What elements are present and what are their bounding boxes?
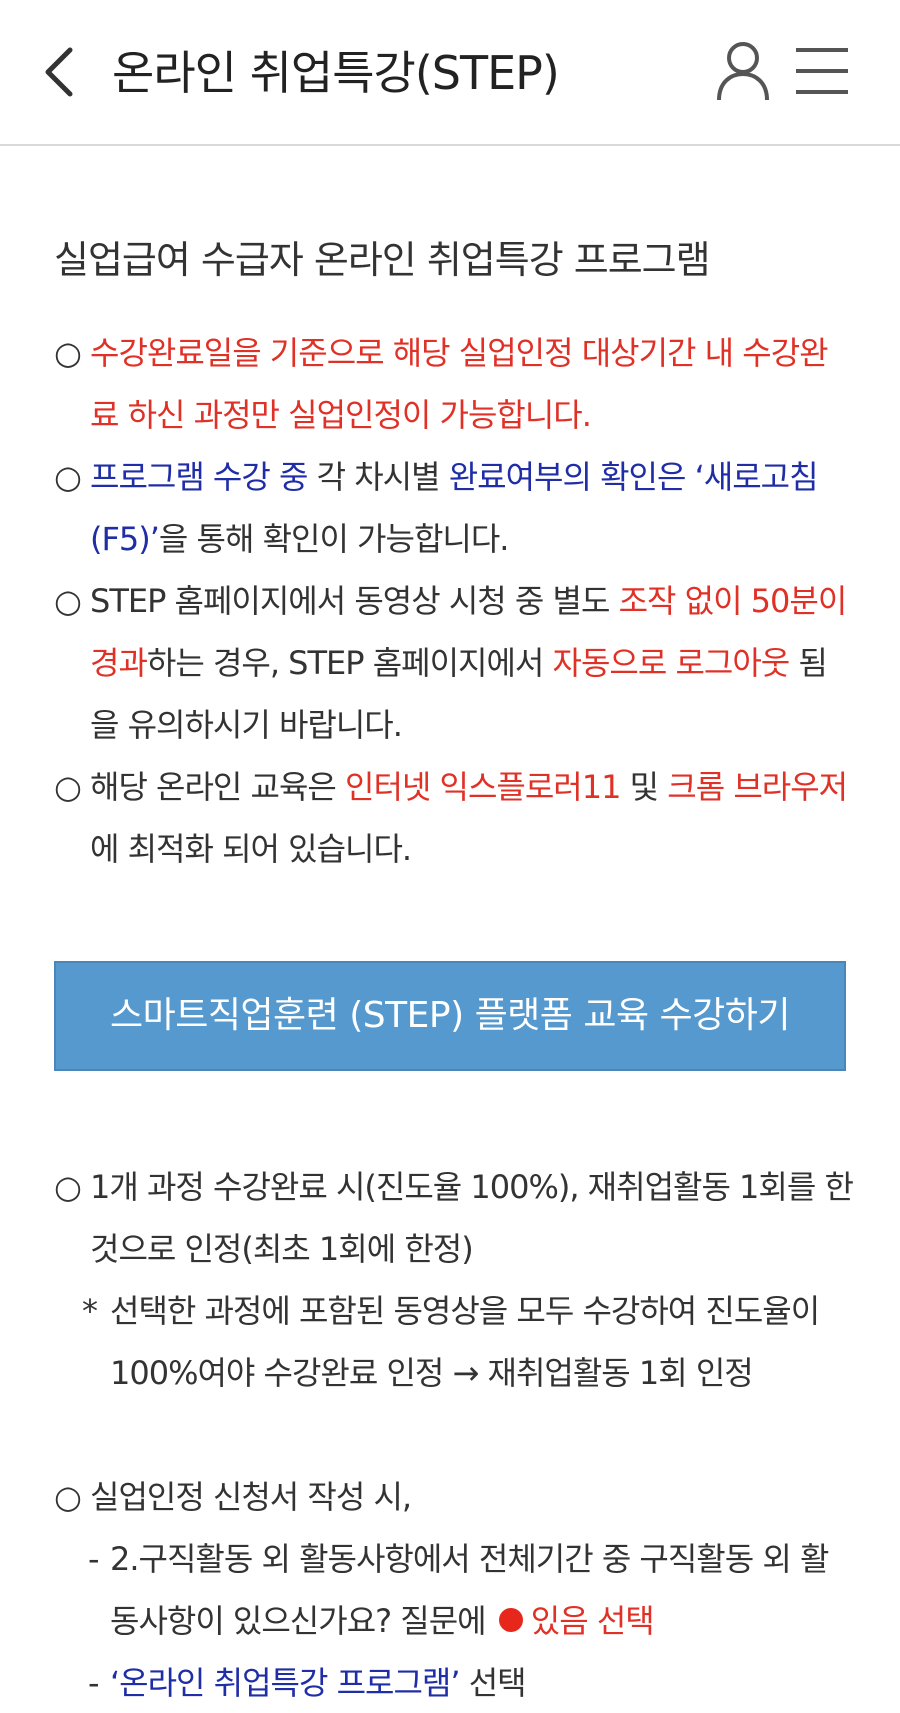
notice-text-red: 크롬 브라우저 xyxy=(667,768,848,806)
detail-text: 1개 과정 수강완료 시(진도율 100%), 재취업활동 1회를 한 것으로 … xyxy=(90,1168,854,1268)
notice-text-red: 수강완료일을 기준으로 해당 실업인정 대상기간 내 수강완료 하신 과정만 실… xyxy=(90,334,829,434)
detail-subitem-red: 있음 선택 xyxy=(530,1602,655,1640)
detail-subitem-blue: ‘온라인 취업특강 프로그램’ xyxy=(110,1664,461,1702)
detail-subitem-text: 선택 xyxy=(459,1664,527,1702)
app-header: 온라인 취업특강(STEP) xyxy=(0,0,900,146)
notice-text: 각 차시별 xyxy=(307,458,449,496)
notice-text-red: 자동으로 로그아웃 xyxy=(552,644,791,682)
notice-text: 하는 경우, STEP 홈페이지에서 xyxy=(146,644,553,682)
notice-text: 해당 온라인 교육은 xyxy=(90,768,346,806)
bullet: ○ xyxy=(54,582,82,620)
detail-item: ○ 실업인정 신청서 작성 시, xyxy=(54,1466,854,1528)
detail-note-text: 선택한 과정에 포함된 동영상을 모두 수강하여 진도율이 100%여야 수강완… xyxy=(110,1292,820,1392)
step-enroll-button[interactable]: 스마트직업훈련 (STEP) 플랫폼 교육 수강하기 xyxy=(54,961,846,1071)
user-icon[interactable] xyxy=(716,40,770,102)
section-title: 실업급여 수급자 온라인 취업특강 프로그램 xyxy=(54,238,711,282)
bullet: ○ xyxy=(54,458,82,496)
notice-text: STEP 홈페이지에서 동영상 시청 중 별도 xyxy=(90,582,619,620)
bullet: ○ xyxy=(54,1168,82,1206)
page-title: 온라인 취업특강(STEP) xyxy=(112,46,560,100)
detail-note: * 선택한 과정에 포함된 동영상을 모두 수강하여 진도율이 100%여야 수… xyxy=(82,1280,852,1404)
notice-item: ○ 프로그램 수강 중 각 차시별 완료여부의 확인은 ‘새로고침(F5)’을 … xyxy=(54,446,854,570)
detail-text: 실업인정 신청서 작성 시, xyxy=(90,1478,412,1516)
detail-item: ○ 1개 과정 수강완료 시(진도율 100%), 재취업활동 1회를 한 것으… xyxy=(54,1156,854,1280)
detail-subitem-text: 2.구직활동 외 활동사항에서 전체기간 중 구직활동 외 활동사항이 있으신가… xyxy=(110,1540,829,1640)
notice-text-red: 인터넷 익스플로러11 xyxy=(345,768,621,806)
dash-mark: - xyxy=(88,1540,100,1578)
notice-text-blue: 프로그램 수강 중 xyxy=(90,458,308,496)
notice-item: ○ STEP 홈페이지에서 동영상 시청 중 별도 조작 없이 50분이 경과하… xyxy=(54,570,854,756)
detail-subitem: - ‘온라인 취업특강 프로그램’ 선택 xyxy=(88,1652,852,1713)
bullet: ○ xyxy=(54,334,82,372)
bullet: ○ xyxy=(54,768,82,806)
bullet: ○ xyxy=(54,1478,82,1516)
detail-subitem: - 2.구직활동 외 활동사항에서 전체기간 중 구직활동 외 활동사항이 있으… xyxy=(88,1528,852,1652)
notice-item: ○ 수강완료일을 기준으로 해당 실업인정 대상기간 내 수강완료 하신 과정만… xyxy=(54,322,854,446)
dash-mark: - xyxy=(88,1664,100,1702)
chevron-left-icon[interactable] xyxy=(40,44,80,100)
notice-item: ○ 해당 온라인 교육은 인터넷 익스플로러11 및 크롬 브라우저에 최적화 … xyxy=(54,756,854,880)
notice-text: 및 xyxy=(620,768,668,806)
notice-text: 에 최적화 되어 있습니다. xyxy=(90,830,412,868)
hamburger-menu-icon[interactable] xyxy=(794,46,850,96)
notice-text: 을 통해 확인이 가능합니다. xyxy=(158,520,510,558)
asterisk-mark: * xyxy=(82,1292,98,1330)
red-dot-icon xyxy=(498,1608,523,1632)
